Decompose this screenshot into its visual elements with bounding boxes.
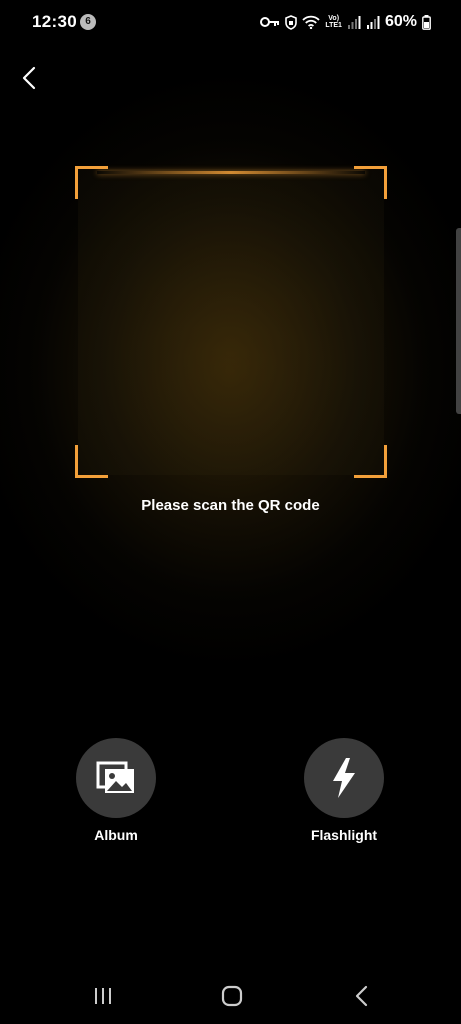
status-icons: Vo) LTE1 60% xyxy=(260,12,431,32)
scan-corner-bottom-left xyxy=(75,445,108,478)
wifi-icon xyxy=(302,15,320,29)
recents-icon xyxy=(95,988,111,1004)
back-button[interactable] xyxy=(14,60,46,96)
camera-viewfinder xyxy=(78,169,384,475)
system-nav-bar xyxy=(0,972,461,1024)
network-type-label: Vo) LTE1 xyxy=(325,15,342,29)
lightning-bolt-icon xyxy=(333,758,355,798)
edge-panel-handle[interactable] xyxy=(456,228,461,414)
scan-line xyxy=(97,171,365,174)
album-label: Album xyxy=(94,827,138,843)
security-shield-icon xyxy=(285,14,298,30)
scan-frame xyxy=(75,166,387,478)
recents-button[interactable] xyxy=(88,984,118,1008)
notification-count-badge: 6 xyxy=(80,14,96,30)
home-button[interactable] xyxy=(217,984,247,1008)
signal-strength-icon xyxy=(347,15,361,29)
status-bar: 12:30 6 Vo) LTE1 60% xyxy=(0,0,461,44)
flashlight-label: Flashlight xyxy=(310,827,378,843)
album-button[interactable] xyxy=(76,738,156,818)
album-action: Album xyxy=(56,738,176,843)
signal-strength-icon-2 xyxy=(366,15,380,29)
status-time: 12:30 xyxy=(32,12,77,31)
scan-corner-top-right xyxy=(354,166,387,199)
scan-corner-bottom-right xyxy=(354,445,387,478)
home-icon xyxy=(221,985,243,1007)
gallery-icon xyxy=(96,761,134,793)
qr-scanner-screen: 12:30 6 Vo) LTE1 60% Please scan the QR … xyxy=(0,0,461,1024)
vpn-key-icon xyxy=(260,16,280,28)
system-back-button[interactable] xyxy=(348,984,378,1008)
scan-corner-top-left xyxy=(75,166,108,199)
battery-charging-icon xyxy=(422,14,431,30)
battery-percent: 60% xyxy=(384,13,417,30)
flashlight-button[interactable] xyxy=(304,738,384,818)
back-icon xyxy=(355,985,368,1007)
flashlight-action: Flashlight xyxy=(284,738,404,843)
chevron-left-icon xyxy=(22,66,36,90)
scan-hint-text: Please scan the QR code xyxy=(141,497,320,514)
